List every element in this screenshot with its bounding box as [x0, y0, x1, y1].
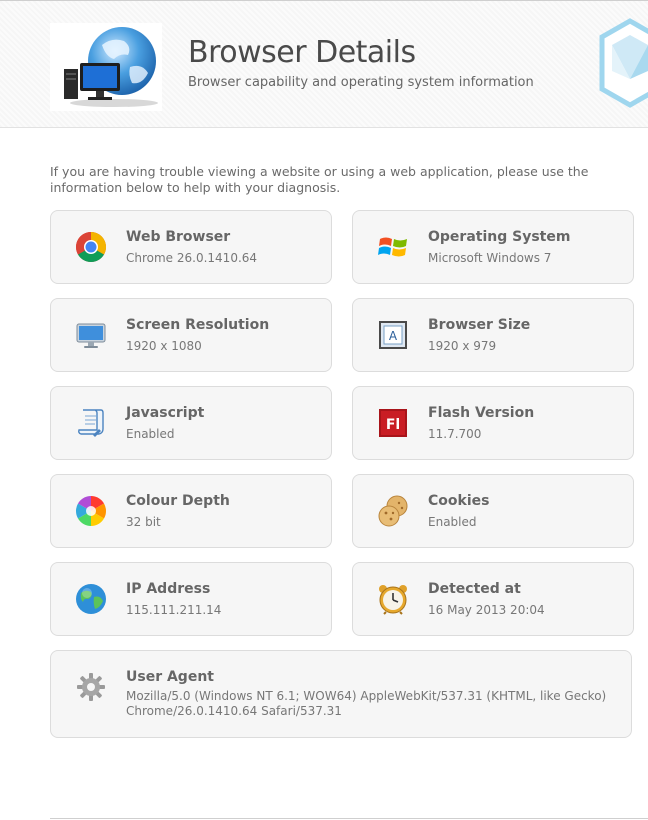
detected-at-label: Detected at	[428, 581, 521, 597]
detected-at-value: 16 May 2013 20:04	[428, 603, 545, 617]
cookies-label: Cookies	[428, 493, 490, 509]
intro-text: If you are having trouble viewing a webs…	[50, 164, 589, 195]
page-header: Browser Details Browser capability and o…	[0, 1, 648, 128]
cookie-icon	[377, 495, 409, 527]
page-subtitle: Browser capability and operating system …	[188, 75, 534, 90]
user-agent-card: User Agent Mozilla/5.0 (Windows NT 6.1; …	[50, 650, 632, 738]
globe-computer-logo	[50, 23, 162, 111]
color-wheel-icon	[75, 495, 107, 527]
ip-address-value: 115.111.211.14	[126, 603, 222, 617]
screen-resolution-value: 1920 x 1080	[126, 339, 202, 353]
operating-system-value: Microsoft Windows 7	[428, 251, 552, 265]
javascript-label: Javascript	[126, 405, 205, 421]
detected-at-card: Detected at 16 May 2013 20:04	[352, 562, 634, 636]
cookies-value: Enabled	[428, 515, 477, 529]
web-browser-label: Web Browser	[126, 229, 231, 245]
page-title: Browser Details	[188, 35, 416, 70]
browser-size-value: 1920 x 979	[428, 339, 497, 353]
alarm-clock-icon	[377, 583, 409, 615]
user-agent-label: User Agent	[126, 669, 214, 685]
operating-system-card: Operating System Microsoft Windows 7	[352, 210, 634, 284]
colour-depth-label: Colour Depth	[126, 493, 230, 509]
browser-size-card: A Browser Size 1920 x 979	[352, 298, 634, 372]
script-icon	[75, 407, 107, 439]
flash-version-value: 11.7.700	[428, 427, 482, 441]
browser-size-label: Browser Size	[428, 317, 531, 333]
flash-version-card: Fl Flash Version 11.7.700	[352, 386, 634, 460]
web-browser-card: Web Browser Chrome 26.0.1410.64	[50, 210, 332, 284]
user-agent-value: Mozilla/5.0 (Windows NT 6.1; WOW64) Appl…	[126, 689, 607, 718]
gear-icon	[75, 671, 107, 703]
javascript-card: Javascript Enabled	[50, 386, 332, 460]
hexagon-brand-logo	[596, 17, 648, 109]
svg-text:A: A	[389, 329, 398, 343]
screen-resolution-label: Screen Resolution	[126, 317, 270, 333]
cookies-card: Cookies Enabled	[352, 474, 634, 548]
screen-resolution-card: Screen Resolution 1920 x 1080	[50, 298, 332, 372]
globe-icon	[75, 583, 107, 615]
colour-depth-card: Colour Depth 32 bit	[50, 474, 332, 548]
javascript-value: Enabled	[126, 427, 175, 441]
footer-divider	[50, 818, 648, 819]
monitor-icon	[75, 319, 107, 351]
chrome-icon	[75, 231, 107, 263]
flash-icon: Fl	[377, 407, 409, 439]
colour-depth-value: 32 bit	[126, 515, 161, 529]
svg-text:Fl: Fl	[386, 417, 400, 433]
browser-window-icon: A	[377, 319, 409, 351]
flash-version-label: Flash Version	[428, 405, 535, 421]
ip-address-label: IP Address	[126, 581, 211, 597]
windows-icon	[377, 231, 409, 263]
web-browser-value: Chrome 26.0.1410.64	[126, 251, 258, 265]
ip-address-card: IP Address 115.111.211.14	[50, 562, 332, 636]
operating-system-label: Operating System	[428, 229, 571, 245]
